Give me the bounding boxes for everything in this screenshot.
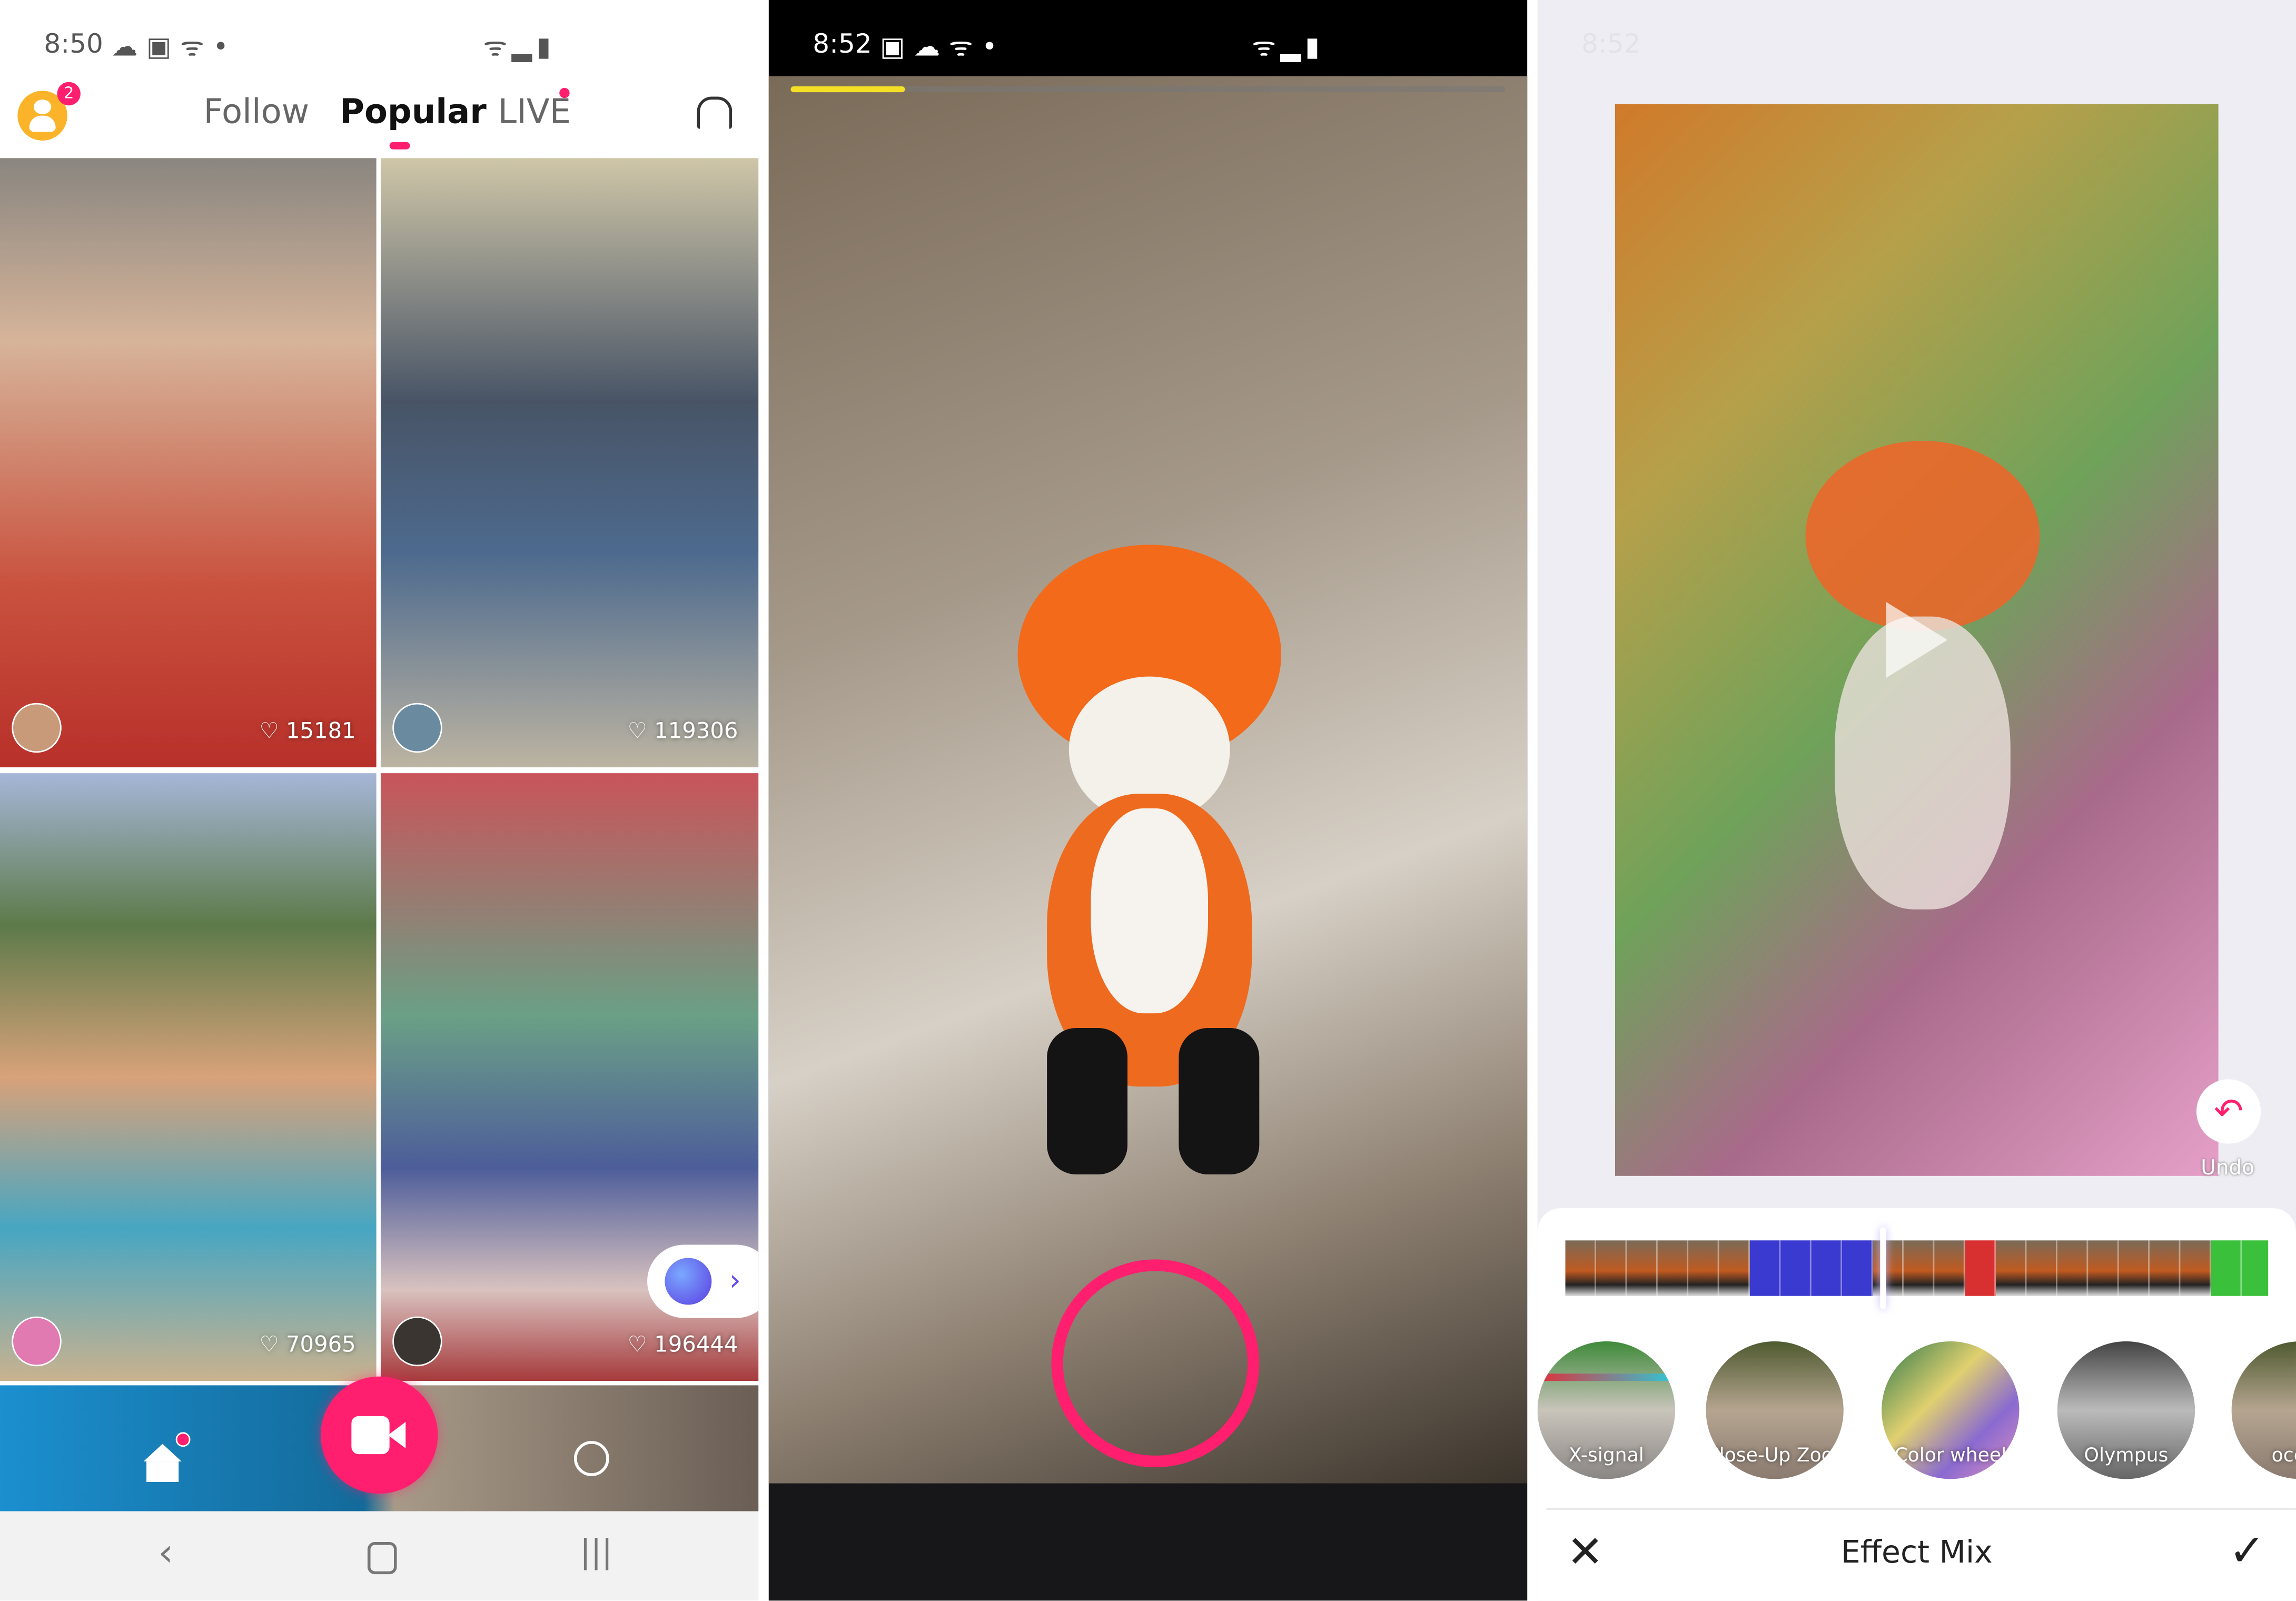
timeline-frame	[1934, 1240, 1965, 1296]
timeline-frame	[2057, 1240, 2089, 1296]
like-count-value: 119306	[654, 717, 738, 744]
system-home-button[interactable]	[367, 1541, 397, 1575]
play-icon[interactable]	[1886, 601, 1948, 678]
live-dot	[559, 87, 570, 98]
undo-label: Undo	[2201, 1157, 2254, 1181]
effect-label: Color wheel	[1894, 1445, 2007, 1468]
timeline-frame	[2211, 1240, 2242, 1296]
recording-progress-fill	[790, 86, 905, 93]
fox-plush	[988, 516, 1311, 1189]
effect-close-up-zoom[interactable]: Close-Up Zoom	[1706, 1341, 1844, 1479]
undo-button[interactable]: ↶	[2196, 1079, 2261, 1144]
recording-progress-track	[790, 86, 1506, 93]
confirm-button[interactable]: ✓	[2229, 1526, 2265, 1577]
record-video-icon	[351, 1416, 390, 1455]
creator-avatar[interactable]	[12, 703, 62, 753]
system-nav-bar: ‹ |||	[0, 1511, 759, 1601]
status-time: 8:52	[813, 29, 872, 61]
timeline-frame	[1719, 1240, 1750, 1296]
status-icons: ☁▣ᯤ•	[111, 32, 237, 63]
timeline-playhead[interactable]	[1880, 1227, 1886, 1309]
planet-icon	[665, 1258, 712, 1305]
home-icon[interactable]	[143, 1444, 182, 1462]
feed-screen: 8:50 ☁▣ᯤ• ᯤ▂▮ 2 Follow Popular LIVE ♡ 15…	[0, 0, 759, 1601]
tab-popular[interactable]: Popular	[340, 94, 487, 132]
like-count: ♡ 15181	[259, 717, 356, 744]
signal-battery-icons: ᯤ▂▮	[1252, 32, 1324, 63]
timeline-frame	[1873, 1240, 1904, 1296]
camera-bottom-bar	[768, 1483, 1528, 1601]
tab-live[interactable]: LIVE	[498, 94, 571, 132]
status-time: 8:50	[44, 29, 103, 61]
feed-video-card[interactable]: ♡ 119306	[380, 158, 759, 768]
like-count: ♡ 70965	[259, 1331, 356, 1358]
effect-mix-screen: 8:52 ↶ Undo X-signal Close-Up Zoom Color…	[1537, 0, 2296, 1601]
timeline-frame	[2242, 1240, 2269, 1296]
creator-avatar[interactable]	[12, 1316, 62, 1367]
notification-count-badge: 2	[57, 82, 81, 106]
floating-promo-button[interactable]: ›	[647, 1244, 759, 1318]
timeline-frame	[1903, 1240, 1935, 1296]
record-video-button[interactable]	[320, 1376, 438, 1494]
timeline-frame	[2026, 1240, 2057, 1296]
timeline-frame	[1965, 1240, 1996, 1296]
effect-timeline[interactable]	[1565, 1240, 2269, 1296]
camera-screen: 8:52 ▣☁ᯤ• ᯤ▂▮	[768, 0, 1528, 1601]
video-preview[interactable]	[1615, 104, 2219, 1176]
effect-label: Close-Up Zoom	[1706, 1445, 1844, 1468]
feed-video-card[interactable]: ♡ 70965	[0, 773, 377, 1381]
record-button[interactable]	[1051, 1259, 1260, 1468]
timeline-frame	[1657, 1240, 1689, 1296]
timeline-frame	[1565, 1240, 1596, 1296]
status-time: 8:52	[1581, 29, 1641, 61]
signal-battery-icons: ᯤ▂▮	[483, 32, 556, 63]
effect-label: Olympus	[2084, 1445, 2169, 1468]
like-count-value: 15181	[285, 717, 356, 744]
effect-color-wheel[interactable]: Color wheel	[1882, 1341, 2020, 1479]
effect-label: X-signal	[1568, 1445, 1644, 1468]
system-back-button[interactable]: ‹	[158, 1532, 173, 1576]
undo-icon: ↶	[2214, 1091, 2244, 1132]
timeline-frame	[2149, 1240, 2181, 1296]
timeline-frame	[2180, 1240, 2211, 1296]
creator-avatar[interactable]	[392, 703, 442, 753]
timeline-frame	[1688, 1240, 1719, 1296]
creator-avatar[interactable]	[392, 1316, 442, 1367]
effect-olympus[interactable]: Olympus	[2057, 1341, 2195, 1479]
effect-x-signal[interactable]: X-signal	[1537, 1341, 1676, 1479]
like-count-value: 70965	[285, 1331, 356, 1358]
timeline-frame	[1842, 1240, 1873, 1296]
sheet-title: Effect Mix	[1840, 1535, 1993, 1570]
timeline-frame	[1749, 1240, 1781, 1296]
timeline-frame	[2119, 1240, 2150, 1296]
search-icon[interactable]	[573, 1441, 609, 1476]
system-recents-button[interactable]: |||	[580, 1535, 612, 1572]
tab-follow[interactable]: Follow	[204, 94, 310, 132]
effect-label: ocean	[2271, 1445, 2296, 1468]
timeline-frame	[1811, 1240, 1842, 1296]
like-count: ♡ 119306	[627, 717, 738, 744]
like-count: ♡ 196444	[627, 1331, 738, 1358]
like-count-value: 196444	[654, 1331, 738, 1358]
timeline-frame	[1627, 1240, 1658, 1296]
user-icon	[33, 100, 52, 114]
timeline-frame	[2088, 1240, 2119, 1296]
active-tab-indicator	[389, 142, 410, 150]
divider	[1546, 1508, 2296, 1510]
feed-video-card[interactable]: ♡ 15181	[0, 158, 377, 768]
timeline-frame	[1780, 1240, 1812, 1296]
bell-icon[interactable]	[697, 96, 733, 129]
home-notification-dot	[175, 1432, 191, 1447]
timeline-frame	[1596, 1240, 1627, 1296]
chevron-right-icon: ›	[729, 1262, 741, 1298]
status-icons: ▣☁ᯤ•	[880, 32, 1006, 63]
timeline-frame	[1995, 1240, 2027, 1296]
feed-video-card[interactable]: ♡ 196444 ›	[380, 773, 759, 1381]
